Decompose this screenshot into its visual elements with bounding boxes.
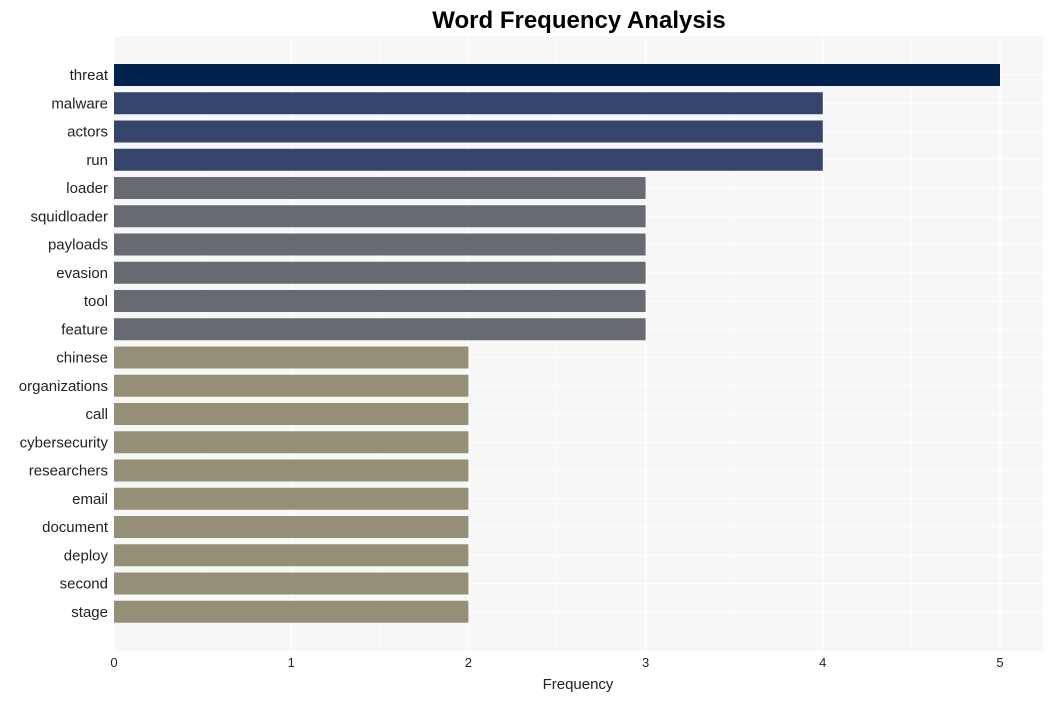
bar-organizations bbox=[114, 374, 469, 397]
bar-threat bbox=[114, 64, 1000, 86]
bar-chinese bbox=[114, 346, 469, 369]
y-label-deploy: deploy bbox=[64, 547, 109, 564]
bar-actors bbox=[114, 120, 823, 143]
y-label-tool: tool bbox=[84, 293, 108, 310]
y-label-organizations: organizations bbox=[19, 378, 108, 395]
y-label-email: email bbox=[72, 491, 108, 508]
y-label-chinese: chinese bbox=[56, 350, 108, 367]
bar-cybersecurity bbox=[114, 431, 469, 454]
x-axis-ticks: 0 1 2 3 4 5 bbox=[110, 655, 1003, 670]
bar-malware bbox=[114, 92, 823, 115]
bar-squidloader bbox=[114, 205, 646, 228]
y-label-call: call bbox=[85, 406, 108, 423]
bar-evasion bbox=[114, 261, 646, 284]
y-label-stage: stage bbox=[71, 604, 108, 621]
bar-call bbox=[114, 403, 469, 425]
y-label-actors: actors bbox=[67, 124, 108, 141]
y-label-second: second bbox=[60, 576, 108, 593]
y-label-squidloader: squidloader bbox=[30, 208, 108, 225]
bar-feature bbox=[114, 318, 646, 341]
bar-payloads bbox=[114, 233, 646, 256]
y-label-loader: loader bbox=[66, 180, 108, 197]
y-label-threat: threat bbox=[70, 67, 109, 84]
x-axis-label: Frequency bbox=[543, 676, 614, 693]
y-label-document: document bbox=[42, 519, 109, 536]
bar-deploy bbox=[114, 544, 469, 567]
x-tick-1: 1 bbox=[288, 655, 295, 670]
bar-email bbox=[114, 487, 469, 510]
y-axis-labels: threat malware actors run loader squidloader p… bbox=[19, 67, 109, 621]
x-tick-0: 0 bbox=[110, 655, 117, 670]
x-tick-3: 3 bbox=[642, 655, 649, 670]
bar-stage bbox=[114, 600, 469, 623]
word-frequency-chart: Word Frequency Analysis threat malware act… bbox=[19, 7, 1043, 693]
x-tick-5: 5 bbox=[996, 655, 1003, 670]
y-label-evasion: evasion bbox=[56, 265, 108, 282]
y-label-cybersecurity: cybersecurity bbox=[20, 434, 109, 451]
bar-run bbox=[114, 148, 823, 171]
y-label-malware: malware bbox=[51, 95, 108, 112]
x-tick-4: 4 bbox=[819, 655, 826, 670]
chart-title: Word Frequency Analysis bbox=[432, 7, 725, 34]
bar-second bbox=[114, 572, 469, 595]
y-label-payloads: payloads bbox=[48, 237, 108, 254]
bar-document bbox=[114, 516, 469, 538]
y-label-researchers: researchers bbox=[29, 463, 108, 480]
x-tick-2: 2 bbox=[465, 655, 472, 670]
y-label-feature: feature bbox=[61, 321, 108, 338]
bar-loader bbox=[114, 177, 646, 199]
bar-researchers bbox=[114, 459, 469, 482]
y-label-run: run bbox=[86, 152, 108, 169]
bar-tool bbox=[114, 290, 646, 312]
